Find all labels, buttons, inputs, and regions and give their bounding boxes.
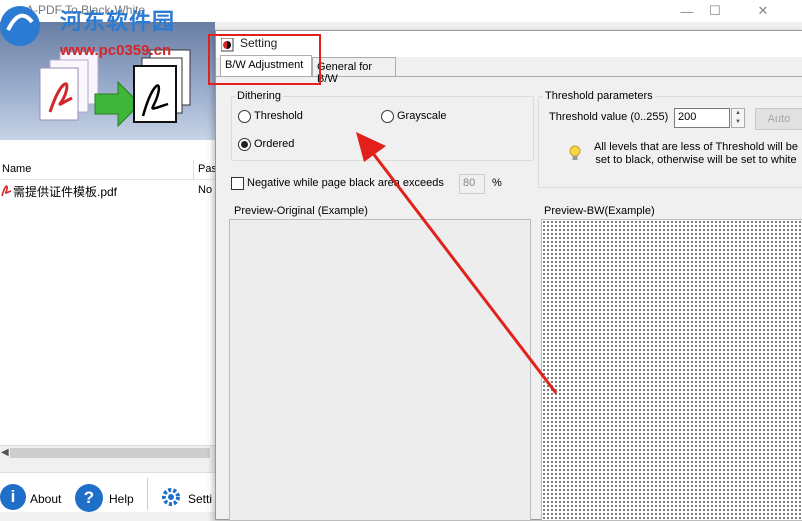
help-button[interactable]: Help [109,492,134,506]
help-icon[interactable]: ? [75,484,103,512]
preview-original-label: Preview-Original (Example) [234,205,368,217]
grayscale-radio[interactable] [381,110,394,123]
grayscale-radio-label[interactable]: Grayscale [397,110,447,122]
column-header-name[interactable]: Name [2,163,31,175]
scrollbar-thumb[interactable] [10,448,210,458]
negative-percent-input[interactable]: 80 [459,174,485,194]
auto-button[interactable]: Auto [755,108,802,130]
pdf-file-icon [1,185,12,197]
threshold-radio-label[interactable]: Threshold [254,110,303,122]
annotation-highlight-box [208,34,321,85]
watermark-logo-icon [0,6,40,46]
watermark-title: 河东软件园 [60,9,176,34]
file-list-header [0,160,215,180]
dithering-group [231,96,534,161]
info-icon[interactable]: i [0,484,26,510]
ordered-radio[interactable] [238,138,251,151]
preview-bw-label: Preview-BW(Example) [544,205,655,217]
toolbar-separator [147,478,148,510]
threshold-value-input[interactable]: 200 [674,108,730,128]
setting-dialog: Setting B/W Adjustment General for B/W D… [215,30,802,521]
threshold-params-label: Threshold parameters [543,90,655,102]
close-button[interactable]: ✕ [740,0,786,22]
file-name: 需提供证件模板.pdf [13,185,118,199]
negative-checkbox[interactable] [231,177,244,190]
watermark-url: www.pc0359.cn [60,42,172,59]
threshold-info-text: All levels that are less of Threshold wi… [593,141,798,166]
setting-button[interactable]: Setti [188,492,212,506]
percent-unit: % [492,177,502,189]
tab-general-bw[interactable]: General for B/W [312,57,396,85]
preview-bw-pane [541,219,802,521]
scroll-left-arrow-icon[interactable]: ◀ [1,447,9,458]
column-divider[interactable] [193,160,194,180]
ordered-radio-label[interactable]: Ordered [254,138,294,150]
file-pass-status: No [198,184,213,196]
lightbulb-icon [569,145,581,160]
about-button[interactable]: About [30,492,61,506]
table-row[interactable]: 需提供证件模板.pdf No [0,182,215,199]
threshold-radio[interactable] [238,110,251,123]
threshold-spinner[interactable]: ▲ ▼ [731,108,745,128]
dithering-label: Dithering [235,90,284,102]
preview-original-pane [229,219,531,521]
negative-checkbox-label[interactable]: Negative while page black area exceeds [247,177,444,189]
maximize-button[interactable]: ☐ [692,0,738,22]
gear-icon[interactable] [160,486,182,508]
threshold-value-label: Threshold value (0..255) [549,111,669,123]
